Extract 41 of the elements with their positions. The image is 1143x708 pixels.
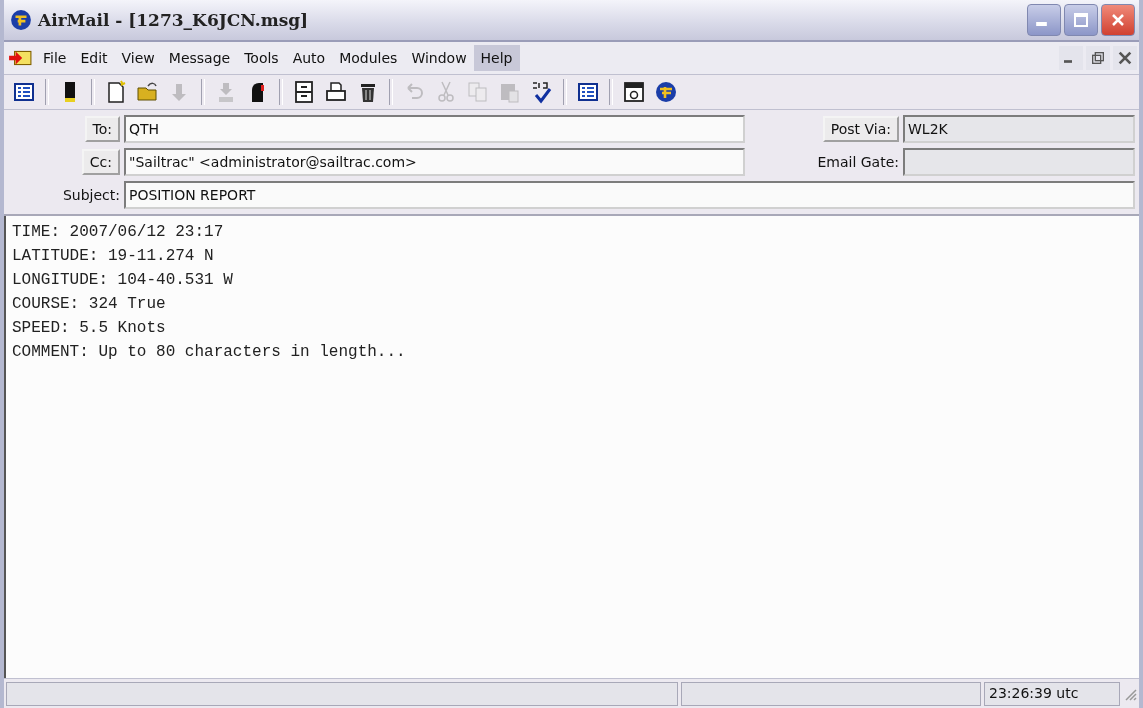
message-line: TIME: 2007/06/12 23:17 bbox=[12, 222, 225, 243]
to-button[interactable]: To: bbox=[84, 116, 120, 142]
restore-button[interactable] bbox=[1086, 46, 1110, 70]
minimize-icon bbox=[1035, 21, 1047, 26]
menu-item[interactable]: Modules bbox=[332, 45, 405, 71]
email-gate-label: Email Gate: bbox=[817, 154, 899, 170]
message-line: SPEED: 5.5 Knots bbox=[12, 318, 167, 339]
message-line: LONGITUDE: 104-40.531 W bbox=[12, 270, 234, 291]
message-line: LATITUDE: 19-11.274 N bbox=[12, 246, 215, 267]
subject-field[interactable]: POSITION REPORT bbox=[124, 181, 1135, 209]
post-via-field[interactable]: WL2K bbox=[903, 115, 1135, 143]
menu-item[interactable]: File bbox=[36, 45, 74, 71]
subject-label: Subject: bbox=[62, 187, 120, 203]
menu-item[interactable]: Window bbox=[404, 45, 474, 71]
message-line: COMMENT: Up to 80 characters in length... bbox=[12, 342, 407, 363]
menu-item[interactable]: View bbox=[114, 45, 162, 71]
menu-item[interactable]: Edit bbox=[73, 45, 115, 71]
close-button[interactable] bbox=[1113, 46, 1137, 70]
email-gate-field[interactable] bbox=[903, 148, 1135, 176]
restore-icon bbox=[1090, 50, 1106, 66]
cc-button[interactable]: Cc: bbox=[81, 149, 120, 175]
message-body[interactable]: TIME: 2007/06/12 23:17 LATITUDE: 19-11.274 N LONGITUDE: 104-40.531 W COURSE: 324 True SPEED: 5.5 Knots COMMENT: Up to 80 characters in length... bbox=[4, 216, 1139, 678]
resize-grip-icon bbox=[1123, 686, 1137, 701]
globe-icon bbox=[10, 9, 32, 31]
close-icon bbox=[1117, 50, 1133, 66]
menu-item[interactable]: Tools bbox=[237, 45, 286, 71]
window-title: AirMail - [1273_K6JCN.msg] bbox=[38, 10, 309, 30]
minimize-button[interactable] bbox=[1027, 4, 1061, 36]
post-via-button[interactable]: Post Via: bbox=[822, 116, 899, 142]
envelope-arrow-icon bbox=[8, 48, 32, 68]
minimize-button[interactable] bbox=[1059, 46, 1083, 70]
close-button[interactable] bbox=[1101, 4, 1135, 36]
message-line: COURSE: 324 True bbox=[12, 294, 167, 315]
to-field[interactable]: QTH bbox=[124, 115, 745, 143]
menu-item[interactable]: Message bbox=[161, 45, 238, 71]
minimize-icon bbox=[1064, 59, 1072, 63]
maximize-button[interactable] bbox=[1064, 4, 1098, 36]
menu-item[interactable]: Help bbox=[473, 45, 520, 71]
cc-field[interactable]: "Sailtrac" <administrator@sailtrac.com> bbox=[124, 148, 745, 176]
menu-item[interactable]: Auto bbox=[285, 45, 333, 71]
status-time: 23:26:39 utc bbox=[984, 681, 1120, 706]
